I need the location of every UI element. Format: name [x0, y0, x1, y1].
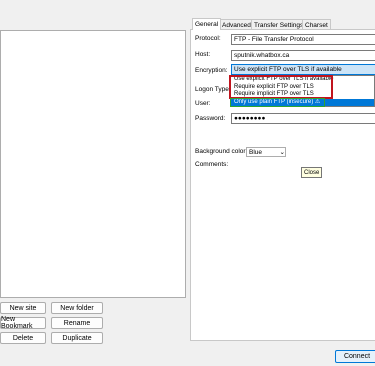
- encryption-select[interactable]: Use explicit FTP over TLS if available: [231, 64, 375, 75]
- protocol-select[interactable]: FTP - File Transfer Protocol: [231, 34, 375, 45]
- user-label: User:: [195, 100, 211, 107]
- rename-button[interactable]: Rename: [51, 317, 103, 329]
- background-color-label: Background color:: [195, 148, 248, 155]
- protocol-label: Protocol:: [195, 35, 221, 42]
- chevron-down-icon: ⌄: [279, 149, 285, 156]
- duplicate-button[interactable]: Duplicate: [51, 332, 103, 344]
- tooltip: Close: [301, 167, 323, 178]
- password-label: Password:: [195, 115, 226, 122]
- red-highlight-box: [229, 75, 333, 99]
- delete-button[interactable]: Delete: [0, 332, 46, 344]
- host-input[interactable]: sputnik.whatbox.ca: [231, 50, 375, 61]
- new-folder-button[interactable]: New folder: [51, 302, 103, 314]
- comments-label: Comments:: [195, 161, 229, 168]
- encryption-label: Encryption:: [195, 67, 228, 74]
- background-color-select[interactable]: Blue ⌄: [246, 147, 286, 157]
- logon-type-label: Logon Type:: [195, 86, 231, 93]
- password-input[interactable]: ●●●●●●●●: [231, 113, 375, 124]
- green-highlight-box: [230, 98, 325, 107]
- connect-button[interactable]: Connect: [335, 350, 375, 363]
- new-bookmark-button[interactable]: New Bookmark: [0, 316, 46, 330]
- host-label: Host:: [195, 51, 211, 58]
- background-color-value: Blue: [249, 148, 263, 156]
- site-tree[interactable]: [0, 30, 186, 298]
- tab-general[interactable]: General: [192, 18, 222, 30]
- new-site-button[interactable]: New site: [0, 302, 46, 314]
